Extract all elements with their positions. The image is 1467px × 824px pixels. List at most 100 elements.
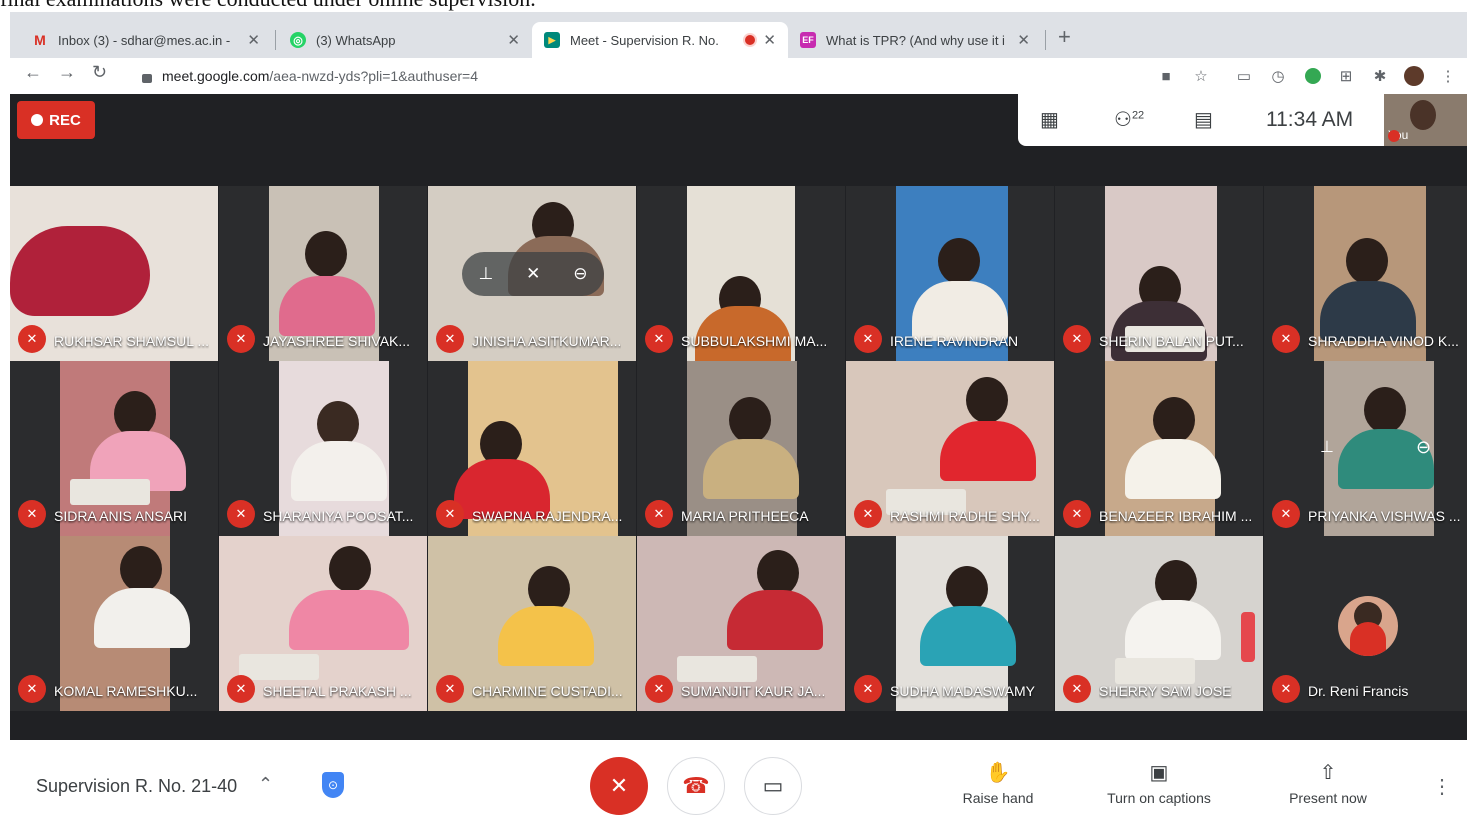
document-caption: final examinations were conducted under … — [0, 0, 536, 11]
participant-name: MARIA PRITHEECA — [681, 508, 809, 524]
forward-icon[interactable]: → — [58, 62, 76, 83]
more-options-icon[interactable]: ⋮ — [1432, 774, 1452, 799]
muted-mic-icon: ✕ — [436, 500, 464, 528]
mute-icon[interactable]: ✕ — [526, 264, 540, 284]
participant-tile[interactable]: ✕ IRENE RAVINDRAN — [846, 186, 1054, 361]
muted-mic-icon: ✕ — [1272, 325, 1300, 353]
present-now-button[interactable]: ⇧ Present now — [1258, 760, 1398, 806]
participant-tile[interactable]: ✕ BENAZEER IBRAHIM ... — [1055, 361, 1263, 536]
leave-call-button[interactable]: ☎ — [667, 757, 725, 815]
participant-tile[interactable]: ✕ SHEETAL PRAKASH ... — [219, 536, 427, 711]
captions-icon: ▣ — [1149, 762, 1169, 784]
participant-tile[interactable]: ✕ MARIA PRITHEECA — [637, 361, 845, 536]
muted-mic-icon: ✕ — [854, 675, 882, 703]
host-controls-shield-icon[interactable]: ⊙ — [322, 772, 344, 798]
participant-name: SHERRY SAM JOSE — [1099, 683, 1232, 699]
new-tab-button[interactable]: + — [1058, 24, 1071, 50]
meeting-clock: 11:34 AM — [1266, 108, 1354, 131]
reload-icon[interactable]: ↻ — [92, 62, 107, 83]
bookmark-star-icon[interactable]: ☆ — [1191, 66, 1211, 86]
participant-name: SHARANIYA POOSAT... — [263, 508, 414, 524]
participant-tile[interactable]: ✕ KOMAL RAMESHKU... — [10, 536, 218, 711]
participant-name: SIDRA ANIS ANSARI — [54, 508, 188, 524]
participant-tile[interactable]: ✕ SUBBULAKSHMI MA... — [637, 186, 845, 361]
tab-whatsapp[interactable]: ◎ (3) WhatsApp ✕ — [278, 22, 532, 58]
participant-tile[interactable]: ✕ CHARMINE CUSTADI... — [428, 536, 636, 711]
participant-name: CHARMINE CUSTADI... — [472, 683, 623, 699]
self-view[interactable]: You — [1384, 94, 1467, 146]
raise-hand-button[interactable]: ✋ Raise hand — [928, 760, 1068, 806]
captions-button[interactable]: ▣ Turn on captions — [1089, 760, 1229, 806]
tab-tpr[interactable]: EF What is TPR? (And why use it i ✕ — [788, 22, 1042, 58]
participant-name: RUKHSAR SHAMSUL ... — [54, 333, 210, 349]
participant-tile[interactable]: ✕ SHRADDHA VINOD K... — [1264, 186, 1467, 361]
chevron-up-icon[interactable]: ⌃ — [258, 774, 273, 795]
meet-control-bar: Supervision R. No. 21-40 ⌃ ⊙ ✕ ☎ ▭ ✋ Rai… — [10, 740, 1467, 824]
muted-mic-icon: ✕ — [227, 325, 255, 353]
participant-tile[interactable]: ✕ SUDHA MADASWAMY — [846, 536, 1054, 711]
tile-actions-overlay: ⊥ ✕ ⊖ — [462, 252, 604, 296]
participant-tile[interactable]: ⊥ ✕ ⊖ ✕ JINISHA ASITKUMAR... — [428, 186, 636, 361]
timer-icon[interactable]: ◷ — [1268, 66, 1288, 86]
mic-toggle-button[interactable]: ✕ — [590, 757, 648, 815]
participant-tile[interactable]: ⊥ ⊖ ✕ PRIYANKA VISHWAS ... — [1264, 361, 1467, 536]
muted-mic-icon: ✕ — [645, 675, 673, 703]
tab-divider — [1045, 30, 1046, 50]
participant-name: JAYASHREE SHIVAK... — [263, 333, 411, 349]
muted-icon — [1388, 130, 1400, 142]
participant-tile[interactable]: ✕ SHERIN BALAN PUT... — [1055, 186, 1263, 361]
layout-grid-icon[interactable]: ▦ — [1040, 107, 1059, 132]
close-tab-icon[interactable]: ✕ — [247, 31, 260, 49]
extension-green-icon[interactable] — [1303, 66, 1323, 86]
muted-mic-icon: ✕ — [854, 325, 882, 353]
muted-mic-icon: ✕ — [1063, 500, 1091, 528]
pin-icon[interactable]: ⊥ — [1320, 437, 1334, 457]
participant-name: SWAPNA RAJENDRA... — [472, 508, 623, 524]
participant-tile[interactable]: ✕ SHARANIYA POOSAT... — [219, 361, 427, 536]
whatsapp-icon: ◎ — [290, 32, 306, 48]
lock-icon — [142, 73, 152, 83]
address-bar[interactable]: meet.google.com /aea-nwzd-yds?pli=1&auth… — [128, 62, 1138, 90]
participant-tile[interactable]: ✕ Dr. Reni Francis — [1264, 536, 1467, 711]
people-icon[interactable]: ⚇22 — [1114, 107, 1144, 132]
participant-tile[interactable]: ✕ JAYASHREE SHIVAK... — [219, 186, 427, 361]
muted-mic-icon: ✕ — [227, 500, 255, 528]
pin-icon[interactable]: ⊥ — [478, 264, 493, 284]
participant-name: PRIYANKA VISHWAS ... — [1308, 508, 1461, 524]
participant-tile[interactable]: ✕ SIDRA ANIS ANSARI — [10, 361, 218, 536]
browser-window: M Inbox (3) - sdhar@mes.ac.in - ✕ ◎ (3) … — [10, 12, 1467, 824]
muted-mic-icon: ✕ — [854, 500, 882, 528]
muted-mic-icon: ✕ — [436, 325, 464, 353]
remove-icon[interactable]: ⊖ — [573, 264, 587, 284]
reading-list-icon[interactable]: ▭ — [1234, 66, 1254, 86]
close-tab-icon[interactable]: ✕ — [1017, 31, 1030, 49]
participant-name: IRENE RAVINDRAN — [890, 333, 1019, 349]
muted-mic-icon: ✕ — [18, 500, 46, 528]
grid-extension-icon[interactable]: ⊞ — [1336, 66, 1356, 86]
extensions-puzzle-icon[interactable]: ✱ — [1370, 66, 1390, 86]
camera-blocked-icon[interactable]: ■ — [1156, 66, 1176, 86]
meet-stage: REC ▦ ⚇22 ▤ 11:34 AM You ✕ RUKHSAR SHAMS… — [10, 94, 1467, 740]
camera-toggle-button[interactable]: ▭ — [744, 757, 802, 815]
tab-meet[interactable]: ▶ Meet - Supervision R. No. ✕ — [532, 22, 788, 58]
participant-tile[interactable]: ✕ SHERRY SAM JOSE — [1055, 536, 1263, 711]
tab-gmail[interactable]: M Inbox (3) - sdhar@mes.ac.in - ✕ — [20, 22, 272, 58]
avatar — [1338, 596, 1398, 656]
close-tab-icon[interactable]: ✕ — [763, 31, 776, 49]
participant-count: 22 — [1131, 109, 1145, 122]
meeting-title[interactable]: Supervision R. No. 21-40 — [36, 776, 237, 797]
browser-menu-icon[interactable]: ⋮ — [1438, 66, 1458, 86]
participant-tile[interactable]: ✕ RASHMI RADHE SHY... — [846, 361, 1054, 536]
participant-name: BENAZEER IBRAHIM ... — [1099, 508, 1253, 524]
participant-tile[interactable]: ✕ SWAPNA RAJENDRA... — [428, 361, 636, 536]
muted-mic-icon: ✕ — [1063, 675, 1091, 703]
participant-tile[interactable]: ✕ SUMANJIT KAUR JA... — [637, 536, 845, 711]
chat-icon[interactable]: ▤ — [1194, 107, 1213, 132]
tab-strip: M Inbox (3) - sdhar@mes.ac.in - ✕ ◎ (3) … — [10, 12, 1467, 58]
profile-avatar[interactable] — [1404, 66, 1424, 86]
remove-icon[interactable]: ⊖ — [1416, 437, 1431, 458]
hand-icon: ✋ — [985, 762, 1011, 784]
close-tab-icon[interactable]: ✕ — [507, 31, 520, 49]
participant-tile[interactable]: ✕ RUKHSAR SHAMSUL ... — [10, 186, 218, 361]
back-icon[interactable]: ← — [24, 62, 42, 83]
